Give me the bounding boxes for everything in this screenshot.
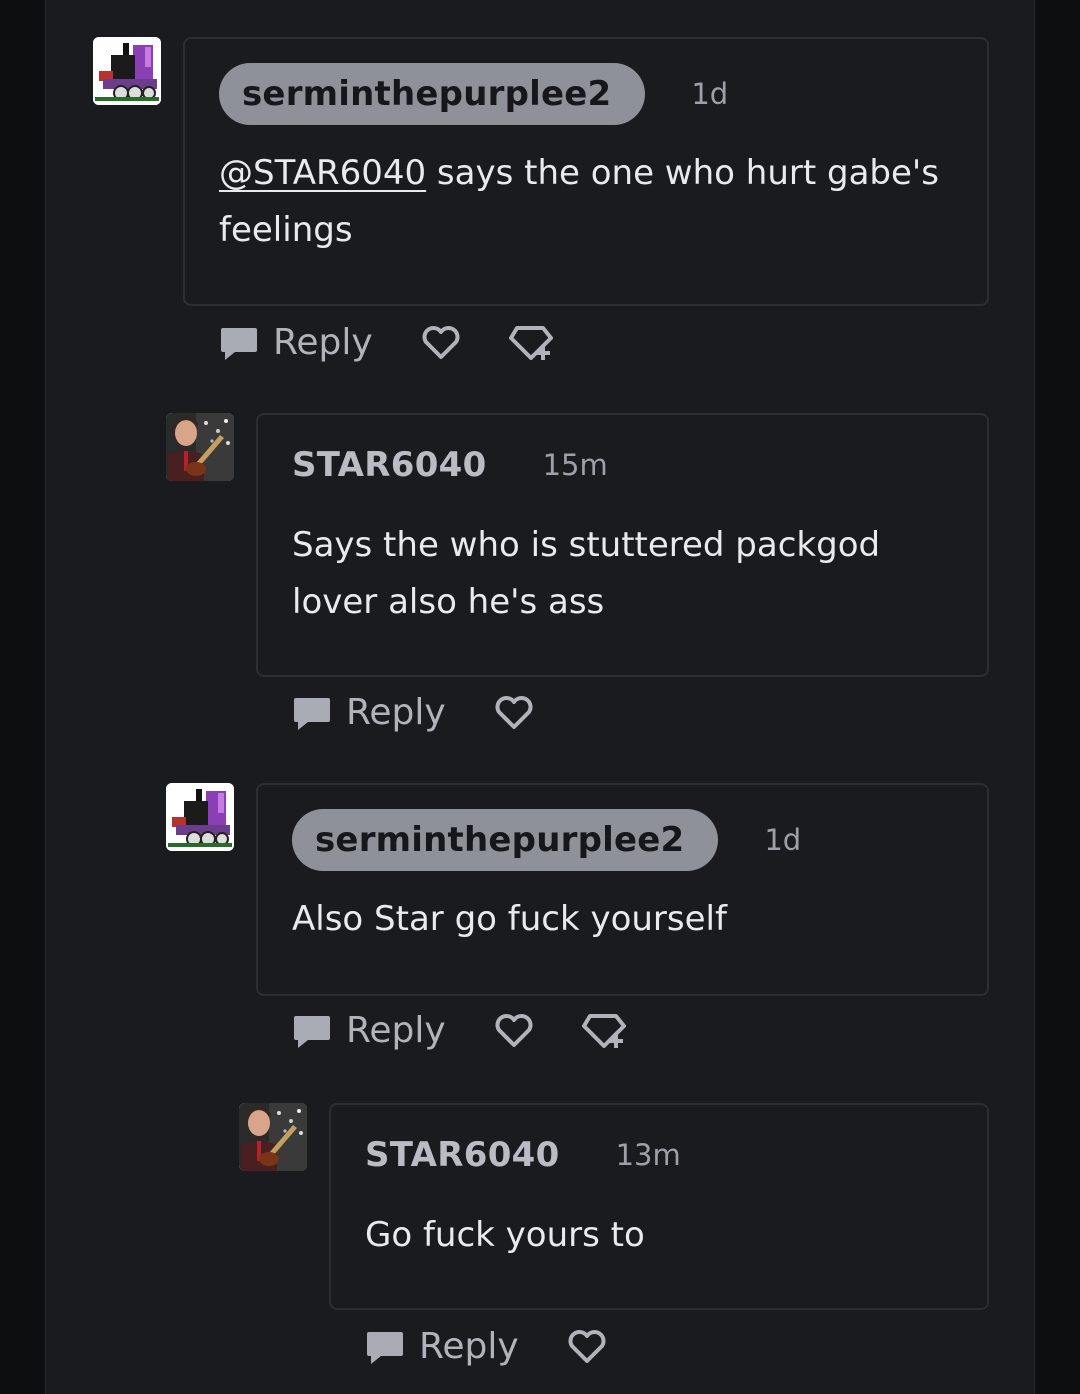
heart-icon [565, 1324, 609, 1368]
timestamp: 13m [615, 1138, 681, 1172]
comment-card: serminthepurplee2 1d Also Star go fuck y… [256, 783, 989, 996]
timestamp: 15m [542, 448, 608, 482]
username[interactable]: STAR6040 [292, 445, 487, 485]
heart-icon [492, 690, 536, 734]
engine-avatar-icon[interactable] [166, 783, 234, 851]
comment-actions: Reply [219, 320, 555, 364]
mention-link[interactable]: @STAR6040 [219, 153, 426, 193]
portrait-guitar-avatar-icon[interactable] [166, 413, 234, 481]
reply-button[interactable]: Reply [219, 322, 373, 363]
comment-body: Also Star go fuck yourself [292, 899, 727, 939]
reply-label: Reply [346, 691, 446, 733]
like-button[interactable] [419, 320, 463, 364]
comment-card: STAR6040 15m Says the who is stuttered p… [256, 413, 989, 677]
comment-thread: serminthepurplee2 1d @STAR6040 says the … [45, 0, 1035, 1394]
award-button[interactable] [507, 320, 555, 364]
like-button[interactable] [492, 1008, 536, 1052]
heart-icon [492, 1008, 536, 1052]
reply-label: Reply [273, 321, 373, 363]
comment-card: serminthepurplee2 1d @STAR6040 says the … [183, 37, 989, 306]
chat-bubble-icon [292, 692, 332, 732]
award-button[interactable] [580, 1008, 628, 1052]
comment-card: STAR6040 13m Go fuck yours to [329, 1103, 989, 1310]
comment-text: @STAR6040 says the one who hurt gabe's f… [219, 145, 953, 259]
award-plus-icon [507, 320, 555, 364]
username-pill[interactable]: serminthepurplee2 [219, 63, 646, 125]
like-button[interactable] [565, 1324, 609, 1368]
comment-body: Says the who is stuttered packgod lover … [292, 525, 881, 622]
comment-actions: Reply [365, 1324, 609, 1368]
comment-actions: Reply [292, 690, 536, 734]
comment-actions: Reply [292, 1008, 628, 1052]
heart-icon [419, 320, 463, 364]
timestamp: 1d [764, 823, 802, 857]
username-pill[interactable]: serminthepurplee2 [292, 809, 719, 871]
reply-button[interactable]: Reply [292, 692, 446, 733]
chat-bubble-icon [219, 322, 259, 362]
chat-bubble-icon [365, 1326, 405, 1366]
timestamp: 1d [691, 77, 729, 111]
chat-bubble-icon [292, 1010, 332, 1050]
comment-body: Go fuck yours to [365, 1215, 645, 1255]
reply-button[interactable]: Reply [365, 1326, 519, 1367]
like-button[interactable] [492, 690, 536, 734]
reply-label: Reply [419, 1325, 519, 1367]
engine-avatar-icon[interactable] [93, 37, 161, 105]
portrait-guitar-avatar-icon[interactable] [239, 1103, 307, 1171]
award-plus-icon [580, 1008, 628, 1052]
reply-button[interactable]: Reply [292, 1010, 446, 1051]
reply-label: Reply [346, 1009, 446, 1051]
username[interactable]: STAR6040 [365, 1135, 560, 1175]
